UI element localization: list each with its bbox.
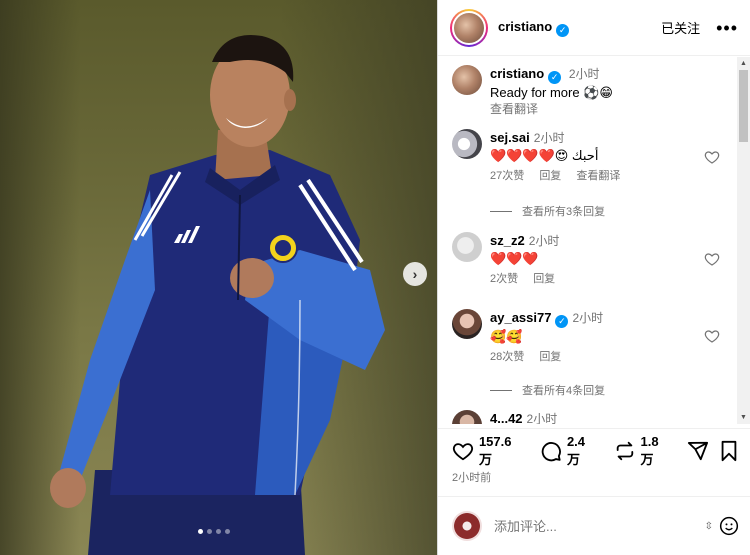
comment-likes[interactable]: 27次赞 bbox=[490, 170, 524, 182]
carousel-dot bbox=[207, 529, 212, 534]
author-username[interactable]: cristiano ✓ bbox=[498, 19, 570, 37]
heart-icon bbox=[452, 443, 474, 461]
carousel-dot bbox=[198, 529, 203, 534]
comment-time: 2小时 bbox=[572, 311, 604, 325]
comments-count: 2.4 万 bbox=[566, 434, 586, 467]
carousel-indicator bbox=[198, 529, 230, 534]
comments-list[interactable]: cristiano ✓ 2小时 Ready for more ⚽😁 查看翻译 se… bbox=[438, 57, 738, 424]
comment-avatar[interactable] bbox=[452, 129, 482, 159]
like-button[interactable]: 157.6 万 bbox=[452, 434, 528, 468]
carousel-dot bbox=[225, 529, 230, 534]
reply-button[interactable]: 回复 bbox=[533, 273, 555, 285]
post-timestamp: 2小时前 bbox=[452, 472, 492, 484]
comment-avatar[interactable] bbox=[452, 232, 482, 262]
caption-avatar[interactable] bbox=[452, 65, 482, 95]
share-icon[interactable] bbox=[687, 440, 709, 462]
comment-text: ❤️❤️❤️❤️😍 أحبك bbox=[490, 148, 599, 163]
post-header: cristiano ✓ 已关注 ••• bbox=[438, 0, 750, 56]
caption-username[interactable]: cristiano bbox=[490, 66, 544, 81]
bookmark-icon[interactable] bbox=[719, 440, 739, 462]
scrollbar-thumb[interactable] bbox=[739, 70, 748, 142]
reposts-count: 1.8 万 bbox=[640, 434, 659, 467]
comment-avatar[interactable] bbox=[452, 410, 482, 424]
repost-icon bbox=[616, 441, 633, 461]
likes-count: 157.6 万 bbox=[478, 434, 512, 467]
comments-scrollbar[interactable]: ▲ ▼ bbox=[737, 57, 750, 424]
reply-button[interactable]: 回复 bbox=[539, 170, 561, 182]
author-avatar[interactable] bbox=[450, 8, 488, 47]
scroll-down-icon[interactable]: ▼ bbox=[737, 411, 750, 424]
carousel-dot bbox=[216, 529, 221, 534]
post-media[interactable]: › bbox=[0, 0, 437, 555]
caption: cristiano ✓ 2小时 Ready for more ⚽😁 查看翻译 bbox=[452, 65, 613, 118]
like-comment-heart-icon[interactable] bbox=[704, 328, 720, 344]
post-side-panel: cristiano ✓ 已关注 ••• cristiano ✓ 2小时 Ready … bbox=[437, 0, 750, 555]
follow-status-button[interactable]: 已关注 bbox=[661, 18, 700, 37]
like-comment-heart-icon[interactable] bbox=[704, 251, 720, 267]
view-replies-link[interactable]: 查看所有4条回复 bbox=[490, 382, 605, 398]
translate-link[interactable]: 查看翻译 bbox=[576, 170, 620, 182]
comment-item: ay_assi77 ✓ 2小时 🥰🥰 28次赞 回复 bbox=[452, 309, 603, 366]
comment-likes[interactable]: 2次赞 bbox=[490, 273, 518, 285]
comment-text: ❤️❤️❤️ bbox=[490, 251, 539, 266]
comment-input[interactable] bbox=[494, 518, 705, 534]
comment-avatar[interactable] bbox=[452, 309, 482, 339]
player-photo bbox=[50, 35, 385, 555]
add-comment-bar: ⇳ bbox=[438, 496, 750, 555]
comment-text: 🥰🥰 bbox=[490, 329, 523, 344]
comment-item: sej.sai 2小时 ❤️❤️❤️❤️😍 أحبك 27次赞 回复 查看翻译 bbox=[452, 129, 632, 185]
caption-text: Ready for more ⚽😁 bbox=[490, 85, 613, 100]
comment-time: 2小时 bbox=[533, 131, 565, 145]
like-comment-heart-icon[interactable] bbox=[704, 149, 720, 165]
comment-time: 2小时 bbox=[526, 412, 558, 424]
comment-username[interactable]: sz_z2 bbox=[490, 233, 525, 248]
verified-badge-icon: ✓ bbox=[548, 71, 562, 84]
reply-button[interactable]: 回复 bbox=[539, 351, 561, 363]
emoji-icon[interactable] bbox=[719, 516, 739, 536]
comment-username[interactable]: 4...42 bbox=[490, 411, 523, 424]
comment-icon bbox=[541, 442, 561, 462]
caption-time: 2小时 bbox=[568, 67, 600, 81]
comment-button[interactable]: 2.4 万 bbox=[540, 434, 602, 468]
comment-time: 2小时 bbox=[528, 234, 560, 248]
repost-button[interactable]: 1.8 万 bbox=[614, 434, 676, 468]
current-user-avatar bbox=[452, 511, 482, 541]
comment-username[interactable]: sej.sai bbox=[490, 130, 530, 145]
scroll-up-icon[interactable]: ▲ bbox=[737, 57, 750, 70]
next-image-button[interactable]: › bbox=[403, 262, 427, 286]
comment-username[interactable]: ay_assi77 bbox=[490, 310, 551, 325]
view-replies-link[interactable]: 查看所有3条回复 bbox=[490, 203, 605, 219]
comment-likes[interactable]: 28次赞 bbox=[490, 351, 524, 363]
comment-item: sz_z2 2小时 ❤️❤️❤️ 2次赞 回复 bbox=[452, 232, 567, 288]
more-options-icon[interactable]: ••• bbox=[716, 19, 738, 37]
comment-item: 4...42 2小时 bbox=[452, 410, 557, 424]
verified-badge-icon: ✓ bbox=[556, 23, 570, 37]
verified-badge-icon: ✓ bbox=[555, 315, 569, 328]
spinner-arrows-icon[interactable]: ⇳ bbox=[705, 521, 713, 532]
caption-translate-link[interactable]: 查看翻译 bbox=[490, 101, 613, 118]
post-actions: 157.6 万 2.4 万 1.8 万 2小时前 bbox=[438, 428, 750, 485]
